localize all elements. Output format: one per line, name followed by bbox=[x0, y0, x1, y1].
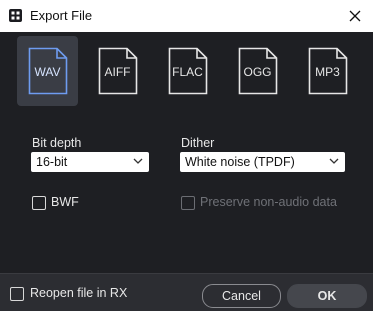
bwf-checkbox[interactable] bbox=[32, 196, 46, 210]
format-label: FLAC bbox=[172, 65, 203, 79]
dither-select[interactable]: White noise (TPDF) bbox=[180, 152, 345, 172]
bwf-label: BWF bbox=[51, 195, 79, 209]
format-mp3[interactable]: MP3 bbox=[297, 36, 358, 106]
format-label: MP3 bbox=[315, 65, 340, 79]
format-label: OGG bbox=[243, 65, 272, 79]
preserve-non-audio-checkbox[interactable] bbox=[181, 196, 195, 210]
bit-depth-value: 16-bit bbox=[36, 155, 68, 169]
format-label: WAV bbox=[34, 65, 61, 79]
bit-depth-select[interactable]: 16-bit bbox=[31, 152, 149, 172]
close-button[interactable] bbox=[343, 4, 367, 28]
export-file-dialog: Export File WAV AIFF FLAC OGG MP3 Bit de… bbox=[0, 0, 373, 311]
chevron-down-icon bbox=[133, 158, 143, 164]
chevron-down-icon bbox=[329, 158, 339, 164]
title-bar: Export File bbox=[0, 0, 373, 32]
bit-depth-label: Bit depth bbox=[32, 136, 82, 150]
ok-button[interactable]: OK bbox=[287, 284, 367, 308]
format-aiff[interactable]: AIFF bbox=[87, 36, 148, 106]
cancel-button[interactable]: Cancel bbox=[202, 284, 281, 308]
app-icon bbox=[9, 9, 22, 22]
preserve-non-audio-label: Preserve non-audio data bbox=[200, 195, 337, 209]
format-flac[interactable]: FLAC bbox=[157, 36, 218, 106]
format-selector: WAV AIFF FLAC OGG MP3 bbox=[17, 36, 357, 106]
reopen-file-checkbox[interactable] bbox=[10, 287, 24, 301]
reopen-file-label: Reopen file in RX bbox=[30, 286, 128, 300]
close-icon bbox=[349, 10, 361, 22]
dither-value: White noise (TPDF) bbox=[185, 155, 295, 169]
window-title: Export File bbox=[30, 8, 93, 23]
format-label: AIFF bbox=[104, 65, 131, 79]
format-wav[interactable]: WAV bbox=[17, 36, 78, 106]
dither-label: Dither bbox=[181, 136, 215, 150]
dialog-footer: Reopen file in RX Cancel OK bbox=[0, 273, 373, 311]
format-ogg[interactable]: OGG bbox=[227, 36, 288, 106]
